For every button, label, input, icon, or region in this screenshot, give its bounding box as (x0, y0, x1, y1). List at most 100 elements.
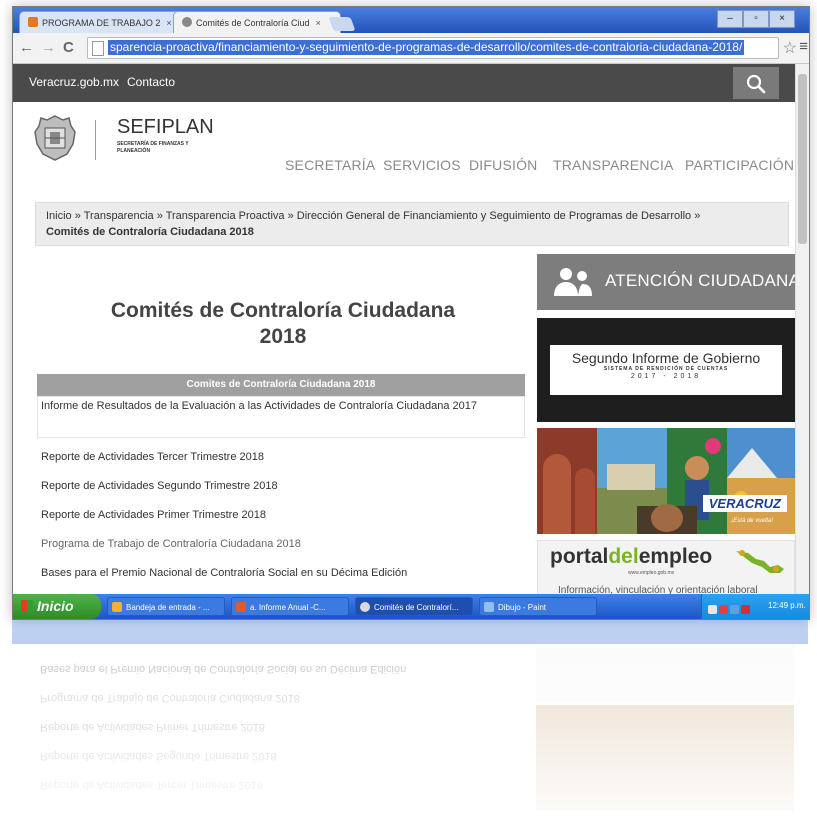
veracruz-brand: VERACRUZ (702, 495, 787, 512)
browser-tab-comites[interactable]: Comités de Contraloría Ciud × (173, 11, 341, 34)
task-label: a. Informe Anual -C... (250, 603, 326, 612)
mexico-map-icon (736, 550, 784, 573)
breadcrumb-current: Comités de Contraloría Ciudadana 2018 (46, 226, 254, 238)
reflection-effect: Bases para el Premio Nacional de Contral… (12, 619, 808, 831)
breadcrumb: Inicio » Transparencia » Transparencia P… (35, 202, 789, 246)
network-icon[interactable] (708, 605, 717, 614)
doc-link-programa-trabajo[interactable]: Programa de Trabajo de Contraloría Ciuda… (41, 538, 301, 550)
browser-tab-bar: PROGRAMA DE TRABAJO 2 × Comités de Contra… (13, 7, 809, 34)
page-title-line2: 2018 (259, 325, 307, 348)
breadcrumb-separator: » (694, 210, 701, 222)
task-paint[interactable]: Dibujo - Paint (479, 597, 597, 616)
link-contacto[interactable]: Contacto (127, 75, 175, 89)
menu-secretaria[interactable]: SECRETARÍA (285, 157, 375, 173)
window-close-button[interactable]: × (769, 10, 795, 28)
security-icon[interactable] (719, 605, 728, 614)
del-word: del (608, 545, 639, 568)
state-seal-icon (34, 115, 76, 161)
breadcrumb-separator: » (74, 210, 81, 222)
documents-header: Comites de Contraloría Ciudadana 2018 (37, 374, 525, 396)
portal-word: portal (550, 545, 609, 568)
page-title-line1: Comités de Contraloría Ciudadana (110, 299, 456, 322)
tab-label: Comités de Contraloría Ciud (196, 18, 310, 28)
task-bandeja[interactable]: Bandeja de entrada - ... (107, 597, 225, 616)
favicon-icon (28, 17, 38, 27)
url-text[interactable]: sparencia-proactiva/financiamiento-y-seg… (108, 40, 745, 55)
atencion-ciudadana-banner[interactable]: ATENCIÓN CIUDADANA (537, 254, 795, 310)
start-label: Inicio (37, 598, 74, 614)
paint-icon (484, 602, 494, 612)
menu-difusion[interactable]: DIFUSIÓN (469, 157, 538, 173)
doc-link-reporte-tercer[interactable]: Reporte de Actividades Tercer Trimestre … (41, 451, 264, 463)
doc-link-reporte-primer[interactable]: Reporte de Actividades Primer Trimestre … (41, 509, 266, 521)
bookmark-star-icon[interactable]: ☆ (783, 38, 797, 58)
page-icon (92, 41, 104, 56)
task-informe[interactable]: a. Informe Anual -C... (231, 597, 349, 616)
informe-title: Segundo Informe de Gobierno (571, 350, 761, 366)
tab-close-icon[interactable]: × (316, 18, 321, 28)
empleo-word: empleo (638, 545, 713, 568)
menu-transparencia[interactable]: TRANSPARENCIA (553, 157, 674, 173)
segundo-informe-banner[interactable]: Segundo Informe de Gobierno SISTEMA DE R… (537, 318, 795, 422)
page-scrollbar[interactable] (795, 64, 809, 594)
app-tray-icon[interactable] (741, 605, 750, 614)
document-icon (236, 602, 246, 612)
tab-close-icon[interactable]: × (166, 18, 171, 28)
people-icon (554, 268, 592, 296)
window-maximize-button[interactable]: ▫ (743, 10, 769, 28)
start-button[interactable]: Inicio (13, 594, 101, 619)
tab-label: PROGRAMA DE TRABAJO 2 (42, 18, 161, 28)
doc-link-informe-resultados[interactable]: Informe de Resultados de la Evaluación a… (41, 400, 477, 412)
link-veracruz[interactable]: Veracruz.gob.mx (29, 75, 119, 89)
breadcrumb-separator: » (287, 210, 294, 222)
volume-icon[interactable] (730, 605, 739, 614)
reflection-fade (12, 619, 808, 831)
informe-box: Segundo Informe de Gobierno SISTEMA DE R… (550, 345, 782, 395)
clock: 12:49 p.m. (768, 601, 806, 610)
veracruz-tourism-banner[interactable]: VERACRUZ ¡Está de vuelta! (537, 428, 795, 534)
task-comites[interactable]: Comités de Contralorí... (355, 597, 473, 616)
breadcrumb-separator: » (156, 210, 163, 222)
url-bar[interactable]: sparencia-proactiva/financiamiento-y-seg… (87, 37, 779, 59)
system-tray: 12:49 p.m. (701, 594, 809, 619)
window-minimize-button[interactable]: – (717, 10, 743, 28)
breadcrumb-item-direccion[interactable]: Dirección General de Financiamiento y Se… (297, 210, 691, 222)
tray-icons (708, 601, 752, 619)
mail-icon (112, 602, 122, 612)
breadcrumb-item-inicio[interactable]: Inicio (46, 210, 72, 222)
search-icon (746, 74, 766, 94)
windows-taskbar: Inicio Bandeja de entrada - ... a. Infor… (13, 594, 809, 619)
task-label: Comités de Contralorí... (374, 603, 459, 612)
doc-link-bases-premio[interactable]: Bases para el Premio Nacional de Contral… (41, 567, 407, 579)
reload-icon[interactable]: C (63, 39, 74, 56)
screenshot-frame: PROGRAMA DE TRABAJO 2 × Comités de Contra… (12, 6, 810, 620)
browser-tab-programa[interactable]: PROGRAMA DE TRABAJO 2 × (19, 11, 187, 34)
task-label: Dibujo - Paint (498, 603, 547, 612)
portal-del-empleo-banner[interactable]: portaldelempleo www.empleo.gob.mx Inform… (537, 540, 795, 594)
browser-icon (360, 602, 370, 612)
informe-subtitle: SISTEMA DE RENDICIÓN DE CUENTAS (603, 366, 729, 372)
informe-years: 2017 - 2018 (630, 373, 702, 380)
browser-menu-icon[interactable]: ≡ (799, 38, 808, 55)
task-label: Bandeja de entrada - ... (126, 603, 210, 612)
portal-url: www.empleo.gob.mx (628, 570, 675, 576)
menu-servicios[interactable]: SERVICIOS (383, 157, 461, 173)
back-arrow-icon[interactable]: ← (19, 39, 34, 56)
doc-link-reporte-segundo[interactable]: Reporte de Actividades Segundo Trimestre… (41, 480, 278, 492)
logo-subtitle: SECRETARÍA DE FINANZAS Y PLANEACIÓN (117, 141, 189, 154)
breadcrumb-item-transparencia[interactable]: Transparencia (84, 210, 154, 222)
page-viewport: Veracruz.gob.mx Contacto SEFIPLAN SECRET… (13, 64, 795, 594)
forward-arrow-icon[interactable]: → (41, 39, 56, 56)
site-search-button[interactable] (733, 67, 779, 99)
scrollbar-thumb[interactable] (798, 74, 807, 244)
page-title: Comités de Contraloría Ciudadana 2018 (39, 298, 527, 350)
menu-participacion[interactable]: PARTICIPACIÓN (685, 157, 794, 173)
new-tab-button[interactable] (328, 17, 356, 31)
browser-toolbar: ← → C sparencia-proactiva/financiamiento… (13, 33, 809, 64)
veracruz-tagline: ¡Está de vuelta! (731, 518, 773, 524)
logo-divider (95, 120, 96, 160)
windows-flag-icon (21, 600, 33, 612)
logo-name: SEFIPLAN (117, 116, 214, 138)
site-top-nav: Veracruz.gob.mx Contacto (13, 64, 795, 102)
breadcrumb-item-proactiva[interactable]: Transparencia Proactiva (166, 210, 285, 222)
